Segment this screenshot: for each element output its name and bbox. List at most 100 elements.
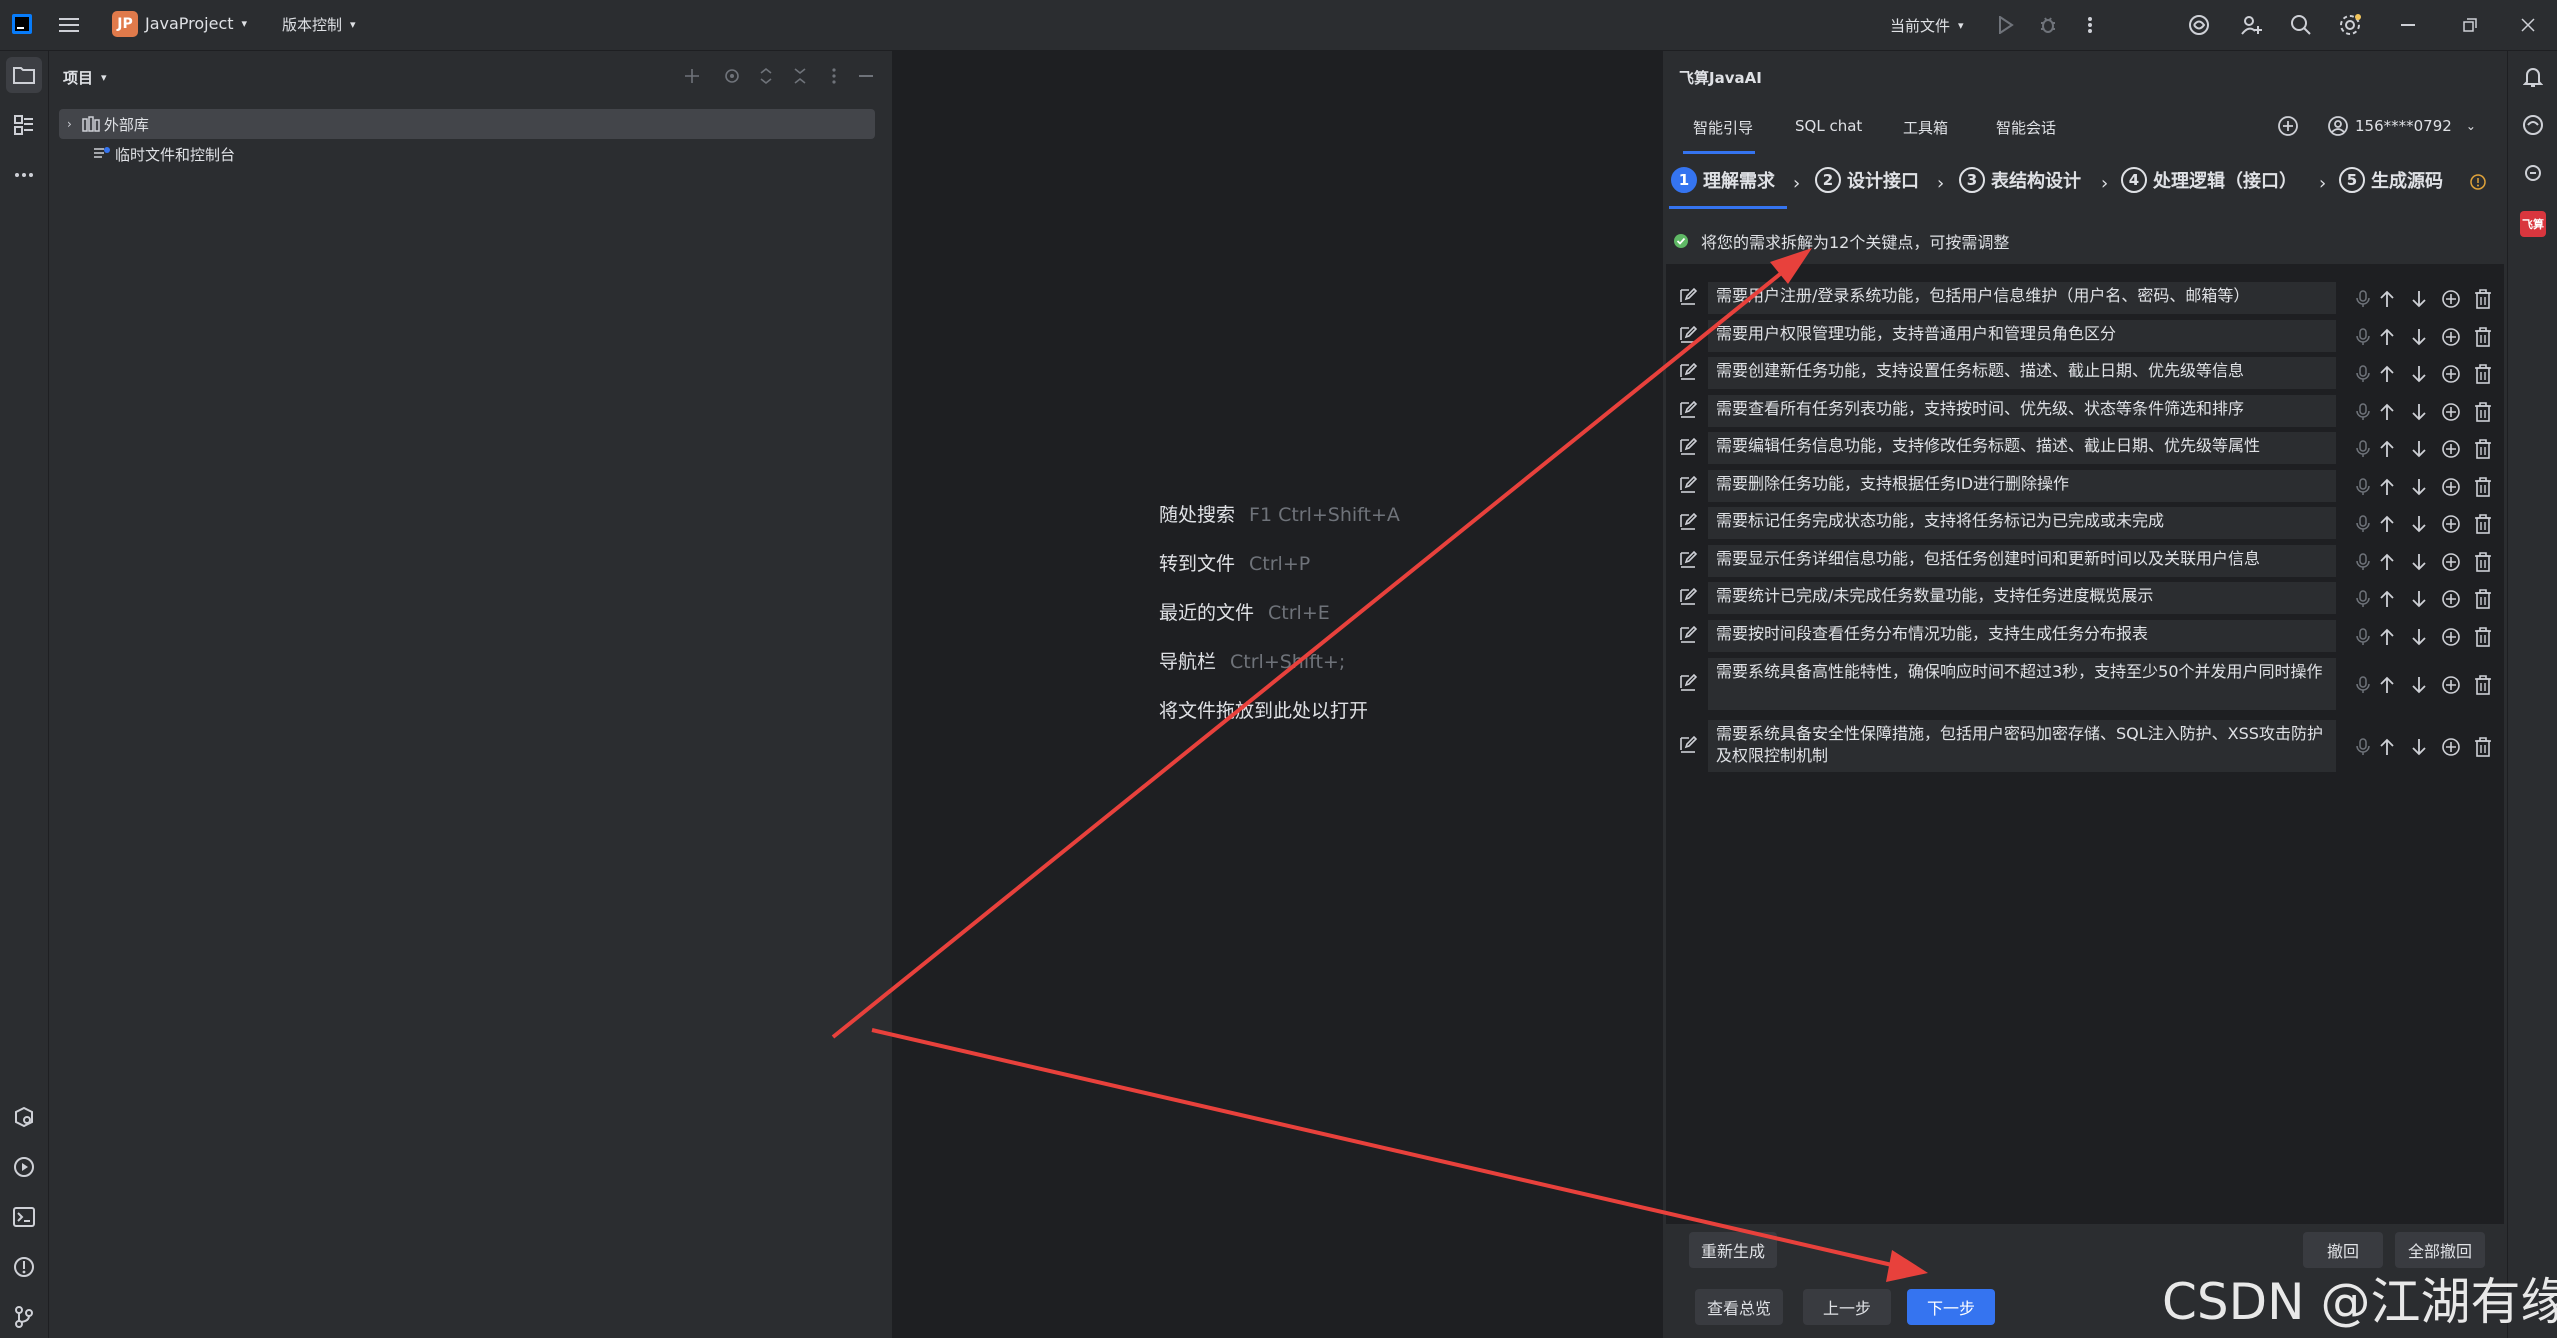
arrow-up-icon[interactable] [2376, 401, 2398, 423]
arrow-up-icon[interactable] [2376, 476, 2398, 498]
more-vertical-icon[interactable] [2080, 13, 2100, 37]
microphone-icon[interactable] [2352, 401, 2374, 423]
add-circle-icon[interactable] [2440, 438, 2462, 460]
restore-window-icon[interactable] [2458, 13, 2482, 37]
edit-icon[interactable] [1678, 362, 1700, 384]
arrow-down-icon[interactable] [2408, 288, 2430, 310]
delete-icon[interactable] [2472, 588, 2494, 610]
delete-icon[interactable] [2472, 513, 2494, 535]
add-circle-icon[interactable] [2440, 626, 2462, 648]
arrow-up-icon[interactable] [2376, 326, 2398, 348]
add-circle-icon[interactable] [2440, 288, 2462, 310]
add-circle-icon[interactable] [2440, 326, 2462, 348]
requirement-text[interactable]: 需要删除任务功能，支持根据任务ID进行删除操作 [1708, 470, 2336, 502]
arrow-down-icon[interactable] [2408, 401, 2430, 423]
add-circle-icon[interactable] [2440, 513, 2462, 535]
minimize-window-icon[interactable] [2396, 13, 2420, 37]
edit-icon[interactable] [1678, 325, 1700, 347]
close-window-icon[interactable] [2516, 13, 2540, 37]
delete-icon[interactable] [2472, 476, 2494, 498]
arrow-down-icon[interactable] [2408, 674, 2430, 696]
microphone-icon[interactable] [2352, 674, 2374, 696]
regenerate-button[interactable]: 重新生成 [1689, 1232, 1777, 1268]
arrow-up-icon[interactable] [2376, 288, 2398, 310]
project-panel-header[interactable]: 项目 ▾ [63, 67, 107, 88]
add-circle-icon[interactable] [2440, 476, 2462, 498]
arrow-up-icon[interactable] [2376, 513, 2398, 535]
feisuan-tool-button[interactable]: 飞算 [2520, 211, 2546, 237]
requirement-text[interactable]: 需要显示任务详细信息功能，包括任务创建时间和更新时间以及关联用户信息 [1708, 545, 2336, 577]
tree-item-external-libraries[interactable]: › 外部库 [59, 109, 875, 139]
arrow-down-icon[interactable] [2408, 513, 2430, 535]
arrow-down-icon[interactable] [2408, 476, 2430, 498]
run-icon[interactable] [1994, 13, 2018, 37]
requirement-text[interactable]: 需要查看所有任务列表功能，支持按时间、优先级、状态等条件筛选和排序 [1708, 395, 2336, 427]
arrow-up-icon[interactable] [2376, 588, 2398, 610]
collapse-all-icon[interactable] [789, 65, 811, 87]
run-config-selector[interactable]: 当前文件 ▾ [1890, 15, 1964, 36]
tab-sql-chat[interactable]: SQL chat [1795, 117, 1862, 135]
microphone-icon[interactable] [2352, 326, 2374, 348]
tab-smart-chat[interactable]: 智能会话 [1996, 117, 2056, 138]
requirement-text[interactable]: 需要系统具备安全性保障措施，包括用户密码加密存储、SQL注入防护、XSS攻击防护… [1708, 720, 2336, 772]
step-4[interactable]: 4 处理逻辑（接口） [2121, 167, 2297, 193]
requirement-text[interactable]: 需要编辑任务信息功能，支持修改任务标题、描述、截止日期、优先级等属性 [1708, 432, 2336, 464]
requirement-text[interactable]: 需要统计已完成/未完成任务数量功能，支持任务进度概览展示 [1708, 582, 2336, 614]
delete-icon[interactable] [2472, 401, 2494, 423]
edit-icon[interactable] [1678, 587, 1700, 609]
structure-tool-button[interactable] [6, 107, 42, 143]
microphone-icon[interactable] [2352, 476, 2374, 498]
requirement-text[interactable]: 需要创建新任务功能，支持设置任务标题、描述、截止日期、优先级等信息 [1708, 357, 2336, 389]
tab-toolbox[interactable]: 工具箱 [1903, 117, 1948, 138]
arrow-up-icon[interactable] [2376, 551, 2398, 573]
step-5[interactable]: 5 生成源码 [2339, 167, 2443, 193]
delete-icon[interactable] [2472, 438, 2494, 460]
edit-icon[interactable] [1678, 512, 1700, 534]
arrow-up-icon[interactable] [2376, 438, 2398, 460]
edit-icon[interactable] [1678, 475, 1700, 497]
edit-icon[interactable] [1678, 400, 1700, 422]
microphone-icon[interactable] [2352, 288, 2374, 310]
notifications-button[interactable] [2515, 59, 2551, 95]
add-circle-icon[interactable] [2440, 551, 2462, 573]
ai-assistant-icon[interactable] [2186, 12, 2212, 38]
more-tools-button[interactable] [6, 157, 42, 193]
microphone-icon[interactable] [2352, 736, 2374, 758]
arrow-down-icon[interactable] [2408, 551, 2430, 573]
delete-icon[interactable] [2472, 551, 2494, 573]
delete-icon[interactable] [2472, 288, 2494, 310]
delete-icon[interactable] [2472, 626, 2494, 648]
requirement-text[interactable]: 需要用户注册/登录系统功能，包括用户信息维护（用户名、密码、邮箱等） [1708, 282, 2336, 314]
add-circle-icon[interactable] [2440, 401, 2462, 423]
edit-icon[interactable] [1678, 735, 1700, 757]
hide-panel-icon[interactable] [855, 65, 877, 87]
project-switcher[interactable]: JavaProject ▾ [145, 14, 247, 33]
edit-icon[interactable] [1678, 550, 1700, 572]
step-2[interactable]: 2 设计接口 [1815, 167, 1919, 193]
project-tool-button[interactable] [6, 57, 42, 93]
terminal-tool-button[interactable] [6, 1199, 42, 1235]
previous-step-button[interactable]: 上一步 [1803, 1289, 1891, 1325]
edit-icon[interactable] [1678, 673, 1700, 695]
microphone-icon[interactable] [2352, 626, 2374, 648]
git-tool-button[interactable] [6, 1299, 42, 1335]
arrow-up-icon[interactable] [2376, 626, 2398, 648]
microphone-icon[interactable] [2352, 551, 2374, 573]
app-logo-icon[interactable] [10, 12, 34, 36]
edit-icon[interactable] [1678, 287, 1700, 309]
new-session-icon[interactable] [2275, 113, 2301, 139]
microphone-icon[interactable] [2352, 438, 2374, 460]
main-menu-icon[interactable] [56, 12, 82, 38]
microphone-icon[interactable] [2352, 513, 2374, 535]
options-icon[interactable] [823, 65, 845, 87]
add-circle-icon[interactable] [2440, 736, 2462, 758]
plugin-button[interactable] [2515, 155, 2551, 191]
search-icon[interactable] [2288, 12, 2314, 38]
debug-icon[interactable] [2036, 13, 2060, 37]
services-tool-button[interactable] [6, 1099, 42, 1135]
account-menu[interactable]: 156****0792 ⌄ [2327, 115, 2476, 137]
view-overview-button[interactable]: 查看总览 [1695, 1289, 1783, 1325]
next-step-button[interactable]: 下一步 [1907, 1289, 1995, 1325]
run-tool-button[interactable] [6, 1149, 42, 1185]
tree-item-scratches[interactable]: 临时文件和控制台 [59, 139, 875, 169]
